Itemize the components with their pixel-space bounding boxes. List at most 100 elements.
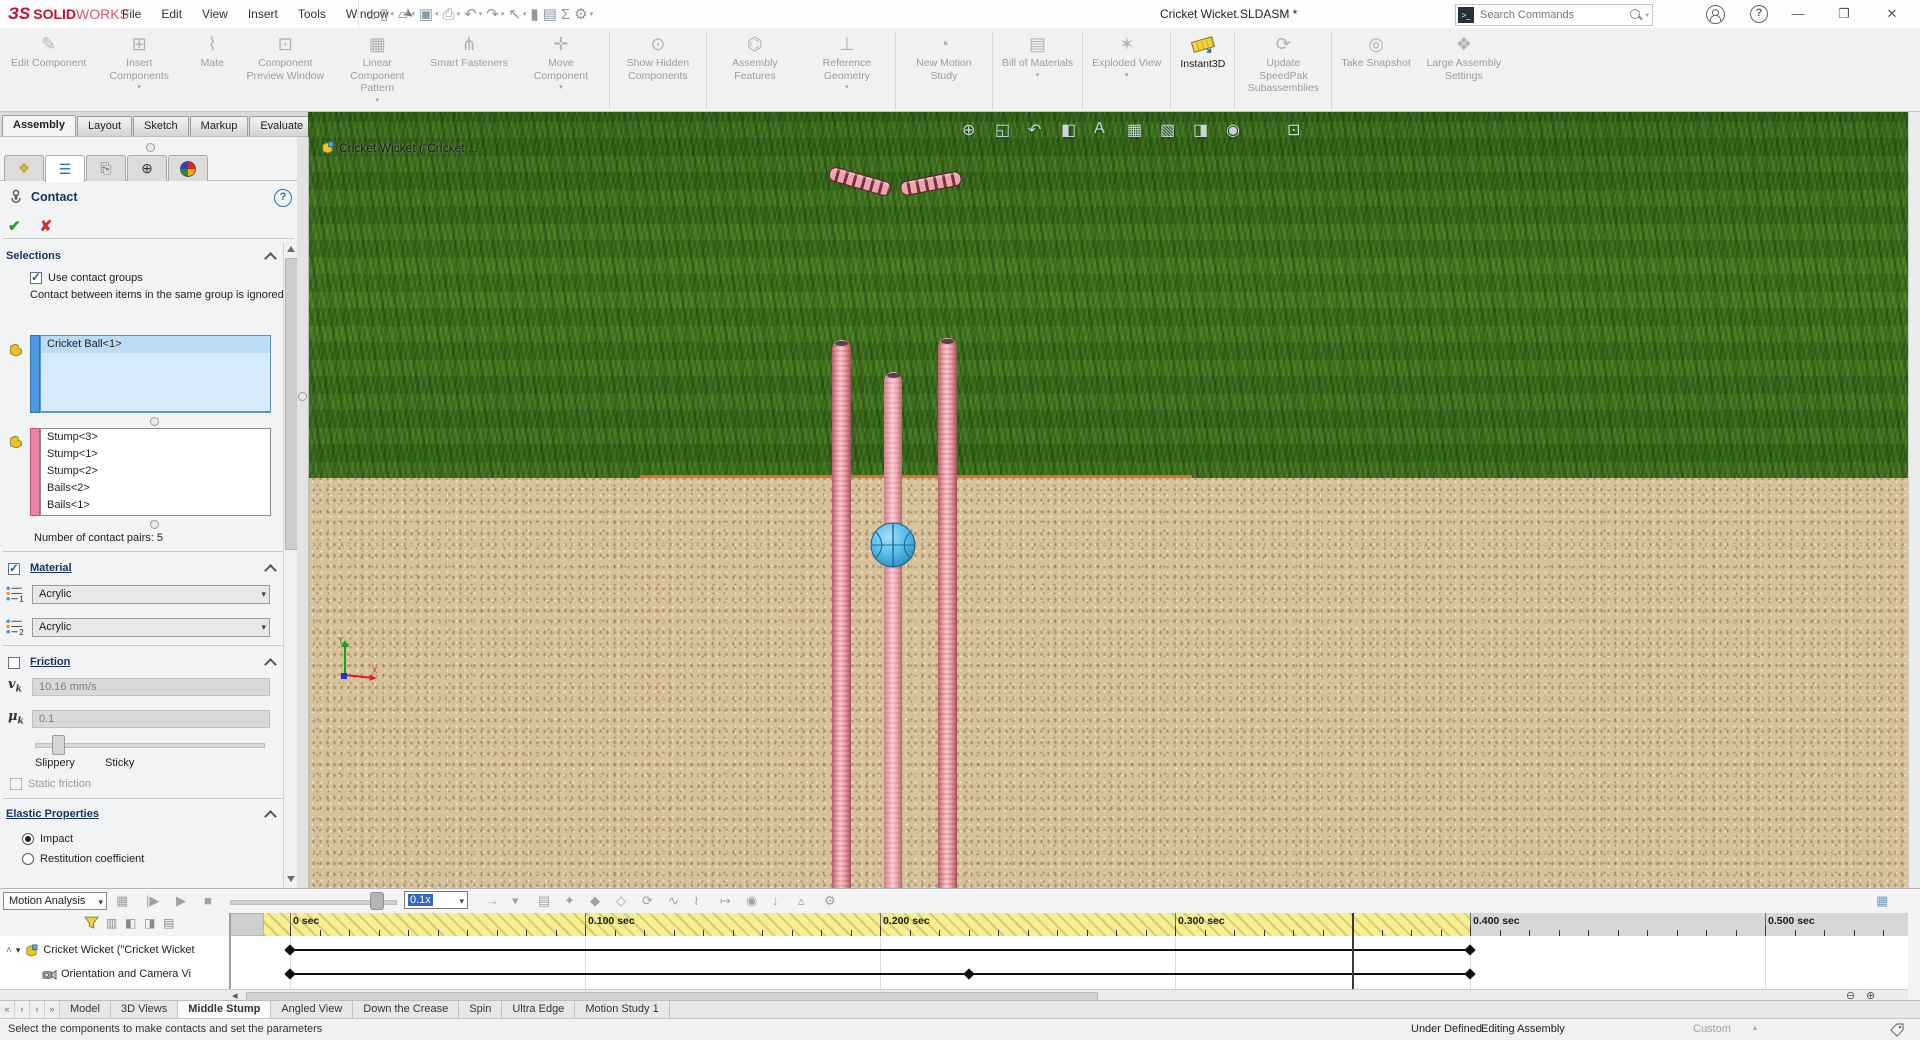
dropdown-icon[interactable]: ▾ (411, 10, 415, 18)
calculate-icon[interactable]: ▦ (116, 893, 128, 909)
bill-of-materials-button[interactable]: ▤ Bill of Materials ▾ (995, 30, 1080, 79)
bottom-tab-spin[interactable]: Spin (459, 1001, 503, 1019)
friction-header[interactable]: Friction (30, 656, 70, 668)
material2-dropdown[interactable]: Acrylic (32, 618, 270, 637)
bottom-tab-3d-views[interactable]: 3D Views (111, 1001, 179, 1019)
motion-study-properties-icon[interactable]: ⚙ (824, 893, 836, 909)
collapse-friction-icon[interactable] (264, 658, 277, 671)
material-checkbox[interactable] (8, 561, 20, 575)
use-contact-groups-checkbox[interactable] (30, 270, 42, 284)
dropdown-icon[interactable]: ▾ (457, 10, 461, 18)
equations-icon[interactable]: Σ (561, 6, 570, 23)
scroll-up-icon[interactable] (287, 246, 295, 252)
animation-wizard-icon[interactable]: ✦ (564, 893, 575, 909)
splitter-handle[interactable] (298, 392, 307, 401)
menu-tools[interactable]: Tools (288, 3, 336, 25)
zoom-to-fit-icon[interactable]: ⊕ (962, 120, 975, 140)
menu-file[interactable]: File (112, 3, 151, 25)
display-manager-tab[interactable] (168, 155, 208, 181)
selection-filter-icon[interactable]: ▮ (530, 5, 538, 23)
file-properties-icon[interactable]: ▤ (543, 5, 557, 23)
timeline-key-area[interactable] (231, 936, 1908, 989)
list-item[interactable]: Cricket Ball<1> (41, 336, 270, 353)
key-point[interactable] (962, 968, 975, 980)
tab-nav-icon-2[interactable]: › (30, 1001, 45, 1019)
instant3d-button[interactable]: ↘Instant3D (1173, 30, 1232, 71)
elastic-properties-header[interactable]: Elastic Properties (6, 808, 99, 820)
search-input[interactable] (1478, 8, 1630, 22)
key-point[interactable] (1464, 968, 1476, 980)
group1-resize-handle[interactable] (150, 417, 159, 426)
dropdown-icon[interactable]: ▾ (390, 10, 394, 18)
menu-view[interactable]: View (192, 3, 238, 25)
linear-component-pattern-button[interactable]: ▦ Linear Component Pattern ▾ (331, 30, 423, 104)
key-point[interactable] (284, 944, 296, 956)
muk-input[interactable]: 0.1 (32, 710, 270, 728)
expand-motion-manager-icon[interactable]: ▦ (1876, 893, 1888, 909)
edit-component-button[interactable]: ✎ Edit Component (4, 30, 93, 70)
collapse-tree-icon[interactable]: ˄ (6, 945, 12, 956)
new-document-icon[interactable]: ▯ ▾ (380, 5, 394, 23)
ok-button[interactable]: ✔ (8, 218, 21, 235)
material1-dropdown[interactable]: Acrylic (32, 585, 270, 604)
component-preview-window-button[interactable]: ⊡ Component Preview Window (239, 30, 331, 82)
list-item[interactable]: Bails<2> (41, 480, 270, 497)
section-view-icon[interactable]: ◧ (1061, 120, 1076, 140)
study-type-dropdown[interactable]: Motion Analysis (3, 892, 107, 910)
feature-manager-tab[interactable]: ❖ (4, 155, 44, 181)
dropdown-icon[interactable]: ▾ (501, 10, 505, 18)
dropdown-icon[interactable]: ▾ (559, 83, 563, 91)
dropdown-icon[interactable]: ▾ (845, 83, 849, 91)
list-item[interactable]: Stump<1> (41, 446, 270, 463)
results-plots-icon[interactable]: ▵ (798, 893, 805, 909)
configuration-manager-tab[interactable]: ⎘ (86, 155, 126, 181)
help-icon[interactable]: ? (1750, 5, 1768, 23)
list-item[interactable]: Stump<3> (41, 429, 270, 446)
hide-show-items-icon[interactable]: ◉ (1226, 120, 1240, 140)
collapse-material-icon[interactable] (264, 564, 277, 577)
exploded-view-button[interactable]: ✶ Exploded View ▾ (1085, 30, 1168, 79)
tab-assembly[interactable]: Assembly (2, 115, 76, 136)
insert-components-button[interactable]: ⊞ Insert Components ▾ (93, 30, 185, 91)
tab-nav-icon-1[interactable]: ‹ (15, 1001, 30, 1019)
search-dropdown-icon[interactable]: ▾ (1645, 11, 1649, 19)
bottom-tab-angled-view[interactable]: Angled View (271, 1001, 354, 1019)
motor-icon[interactable]: ⟳ (642, 893, 653, 909)
p-m-help-icon[interactable]: ? (274, 189, 292, 207)
playback-mode-dropdown-icon[interactable]: ▾ (512, 893, 519, 909)
large-assembly-settings-button[interactable]: ❖ Large Assembly Settings (1418, 30, 1510, 82)
graphics-viewport[interactable]: Cricket Wicket ("Cricket ... ⊕ ◱ ↶ ◧ A ▦ ▧ ◨ ◉ ⊡ … (308, 112, 1908, 888)
property-manager-tab[interactable]: ☰ (45, 155, 85, 182)
friction-slider-handle[interactable] (52, 735, 65, 755)
tab-markup[interactable]: Markup (189, 116, 249, 136)
stump-left[interactable] (832, 340, 851, 888)
zoom-to-area-icon[interactable]: ◱ (995, 120, 1010, 140)
menu-edit[interactable]: Edit (151, 3, 192, 25)
static-friction-checkbox[interactable] (10, 778, 22, 790)
friction-checkbox[interactable] (8, 657, 20, 669)
panel-scrollbar[interactable] (283, 242, 298, 888)
cricket-ball[interactable] (870, 522, 916, 568)
play-icon[interactable]: ▶ (176, 893, 186, 909)
dropdown-icon[interactable]: ▾ (479, 10, 483, 18)
status-configuration[interactable]: Custom (1693, 1023, 1731, 1035)
collapse-elastic-icon[interactable] (264, 810, 277, 823)
select-icon[interactable]: ↖ ▾ (508, 5, 526, 23)
key-point[interactable] (1464, 944, 1476, 956)
view-orientation-icon[interactable]: ▧ (1160, 120, 1175, 140)
material-header[interactable]: Material (30, 562, 72, 574)
home-icon[interactable]: ⌂ (367, 6, 376, 23)
search-icon[interactable] (1629, 8, 1643, 22)
bottom-tab-motion-study-1[interactable]: Motion Study 1 (575, 1001, 670, 1019)
dropdown-icon[interactable]: ▾ (435, 10, 439, 18)
tab-layout[interactable]: Layout (76, 116, 133, 136)
smart-fasteners-button[interactable]: ⋔ Smart Fasteners (423, 30, 515, 70)
impact-radio[interactable] (22, 833, 34, 845)
dropdown-icon[interactable]: ▾ (376, 96, 380, 104)
contact-group1-list[interactable]: Cricket Ball<1> (40, 335, 271, 413)
undo-icon[interactable]: ↶ ▾ (464, 5, 482, 23)
friction-slider[interactable] (0, 735, 297, 755)
scroll-down-icon[interactable] (287, 876, 295, 882)
move-component-button[interactable]: ✛ Move Component ▾ (515, 30, 607, 91)
restore-button[interactable]: ❐ (1824, 0, 1864, 28)
